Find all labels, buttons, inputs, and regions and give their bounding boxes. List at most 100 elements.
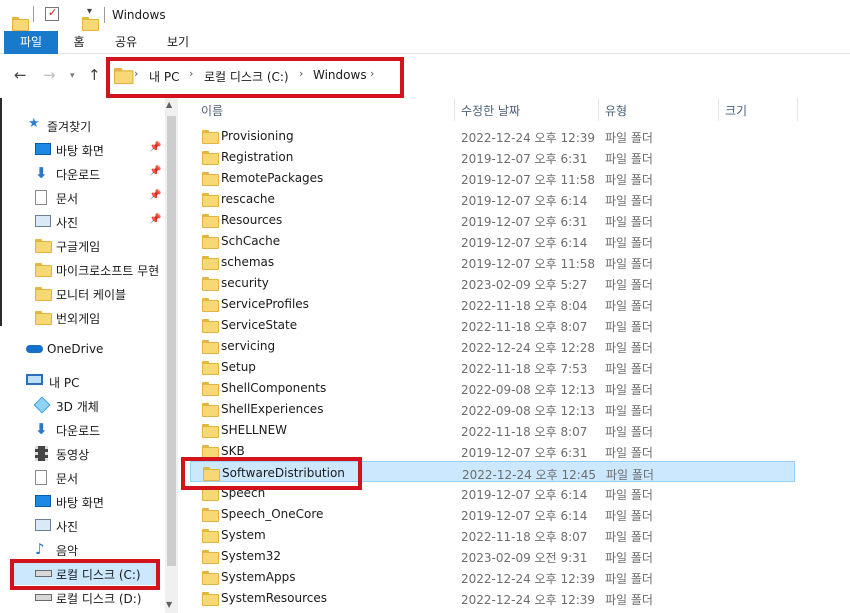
sidebar-item-pc[interactable]: ⬇ 다운로드: [0, 418, 165, 440]
recent-locations-icon[interactable]: ▾: [70, 71, 75, 81]
nav-this-pc[interactable]: 내 PC: [0, 370, 165, 392]
divider[interactable]: [718, 98, 719, 121]
new-folder-icon[interactable]: [82, 16, 99, 31]
tab-home[interactable]: 홈: [66, 31, 92, 54]
3d-objects-icon: [33, 396, 51, 414]
nav-label: 다운로드: [56, 168, 101, 182]
file-modified: 2023-02-09 오전 9:31: [461, 551, 588, 565]
file-modified: 2019-12-07 오후 6:14: [461, 509, 588, 523]
file-type: 파일 폴더: [605, 278, 653, 292]
file-row[interactable]: servicing 2022-12-24 오후 12:28 파일 폴더: [190, 335, 795, 356]
file-row[interactable]: SystemApps 2022-12-24 오후 12:39 파일 폴더: [190, 566, 795, 587]
file-row[interactable]: Speech_OneCore 2019-12-07 오후 6:14 파일 폴더: [190, 503, 795, 524]
nav-onedrive[interactable]: OneDrive: [0, 338, 165, 360]
nav-quick-access[interactable]: ★ 즐겨찾기: [0, 114, 165, 136]
divider[interactable]: [454, 98, 455, 121]
sidebar-item-quick[interactable]: ⬇ 다운로드 📌: [0, 162, 165, 184]
nav-label: 사진: [56, 520, 79, 534]
file-row[interactable]: System 2022-11-18 오후 8:07 파일 폴더: [190, 524, 795, 545]
file-row[interactable]: Provisioning 2022-12-24 오후 12:39 파일 폴더: [190, 125, 795, 146]
file-modified: 2022-11-18 오후 7:53: [461, 362, 588, 376]
nav-label: OneDrive: [47, 342, 104, 356]
folder-icon: [202, 277, 219, 291]
file-name: ShellComponents: [221, 381, 327, 395]
customize-toolbar-icon[interactable]: ▾: [87, 6, 92, 17]
file-row[interactable]: schemas 2019-12-07 오후 11:58 파일 폴더: [190, 251, 795, 272]
sidebar-item-pc[interactable]: 로컬 디스크 (C:): [0, 562, 165, 584]
sidebar-item-quick[interactable]: 사진 📌: [0, 210, 165, 232]
sidebar-item-pc[interactable]: 바탕 화면: [0, 490, 165, 512]
file-modified: 2022-09-08 오후 12:13: [461, 404, 596, 418]
title-bar: ✓ ▾ Windows: [0, 0, 850, 31]
file-name: System: [221, 528, 266, 542]
folder-icon: [12, 16, 29, 31]
file-name: ServiceState: [221, 318, 298, 332]
folder-icon: [202, 592, 219, 606]
sidebar-item-pc[interactable]: 로컬 디스크 (D:): [0, 586, 165, 608]
divider[interactable]: [797, 98, 798, 121]
file-name: SchCache: [221, 234, 281, 248]
file-row[interactable]: ShellExperiences 2022-09-08 오후 12:13 파일 폴더: [190, 398, 795, 419]
picture-icon: [35, 215, 51, 227]
pin-icon[interactable]: 📌: [149, 166, 161, 177]
file-modified: 2019-12-07 오후 6:31: [461, 446, 588, 460]
file-modified: 2022-09-08 오후 12:13: [461, 383, 596, 397]
sidebar-item-quick[interactable]: 바탕 화면 📌: [0, 138, 165, 160]
file-row[interactable]: RemotePackages 2019-12-07 오후 11:58 파일 폴더: [190, 167, 795, 188]
file-row[interactable]: Resources 2019-12-07 오후 6:31 파일 폴더: [190, 209, 795, 230]
sidebar-item-pc[interactable]: ♪ 음악: [0, 538, 165, 560]
sidebar-item-quick[interactable]: 구글게임: [0, 234, 165, 256]
tab-view[interactable]: 보기: [160, 31, 196, 54]
file-row[interactable]: SchCache 2019-12-07 오후 6:14 파일 폴더: [190, 230, 795, 251]
column-modified[interactable]: 수정한 날짜: [461, 102, 520, 119]
sidebar-item-quick[interactable]: 문서 📌: [0, 186, 165, 208]
file-name: Registration: [221, 150, 294, 164]
file-modified: 2019-12-07 오후 11:58: [461, 257, 596, 271]
nav-label: 내 PC: [49, 376, 80, 390]
column-name[interactable]: 이름: [201, 102, 223, 119]
folder-icon: [202, 214, 219, 228]
sidebar-item-pc[interactable]: 문서: [0, 466, 165, 488]
back-arrow-icon[interactable]: ←: [14, 66, 27, 84]
up-arrow-icon[interactable]: ↑: [88, 66, 101, 84]
file-row[interactable]: ShellComponents 2022-09-08 오후 12:13 파일 폴더: [190, 377, 795, 398]
sidebar-item-pc[interactable]: 동영상: [0, 442, 165, 464]
pin-icon[interactable]: 📌: [149, 142, 161, 153]
pin-icon[interactable]: 📌: [149, 214, 161, 225]
file-row[interactable]: security 2023-02-09 오후 5:27 파일 폴더: [190, 272, 795, 293]
tab-share[interactable]: 공유: [108, 31, 144, 54]
file-highlight-box: [181, 457, 362, 490]
divider[interactable]: [598, 98, 599, 121]
file-row[interactable]: System32 2023-02-09 오전 9:31 파일 폴더: [190, 545, 795, 566]
star-icon: ★: [28, 116, 40, 131]
file-row[interactable]: rescache 2019-12-07 오후 6:14 파일 폴더: [190, 188, 795, 209]
document-icon: [35, 470, 47, 485]
file-modified: 2022-11-18 오후 8:07: [461, 320, 588, 334]
sidebar-item-pc[interactable]: 사진: [0, 514, 165, 536]
file-row[interactable]: Setup 2022-11-18 오후 7:53 파일 폴더: [190, 356, 795, 377]
file-row[interactable]: ServiceProfiles 2022-11-18 오후 8:04 파일 폴더: [190, 293, 795, 314]
folder-icon: [202, 403, 219, 417]
file-type: 파일 폴더: [605, 320, 653, 334]
sidebar-item-quick[interactable]: 모니터 케이블: [0, 282, 165, 304]
pin-icon[interactable]: 📌: [149, 190, 161, 201]
forward-arrow-icon[interactable]: →: [43, 66, 56, 84]
column-type[interactable]: 유형: [605, 102, 627, 119]
file-type: 파일 폴더: [605, 383, 653, 397]
file-row[interactable]: SHELLNEW 2022-11-18 오후 8:07 파일 폴더: [190, 419, 795, 440]
file-name: SystemApps: [221, 570, 296, 584]
properties-icon[interactable]: ✓: [45, 6, 59, 21]
sidebar-item-pc[interactable]: 3D 개체: [0, 394, 165, 416]
sidebar-item-quick[interactable]: 번외게임: [0, 306, 165, 328]
file-row[interactable]: ServiceState 2022-11-18 오후 8:07 파일 폴더: [190, 314, 795, 335]
tab-file[interactable]: 파일: [4, 31, 58, 54]
file-name: servicing: [221, 339, 276, 353]
column-size[interactable]: 크기: [725, 102, 747, 119]
file-row[interactable]: Registration 2019-12-07 오후 6:31 파일 폴더: [190, 146, 795, 167]
sidebar-item-quick[interactable]: 마이크로소프트 무현: [0, 258, 165, 280]
file-modified: 2022-11-18 오후 8:07: [461, 425, 588, 439]
picture-icon: [35, 519, 51, 531]
file-type: 파일 폴더: [605, 194, 653, 208]
file-row[interactable]: SystemResources 2022-12-24 오후 12:39 파일 폴더: [190, 587, 795, 608]
file-modified: 2023-02-09 오후 5:27: [461, 278, 588, 292]
